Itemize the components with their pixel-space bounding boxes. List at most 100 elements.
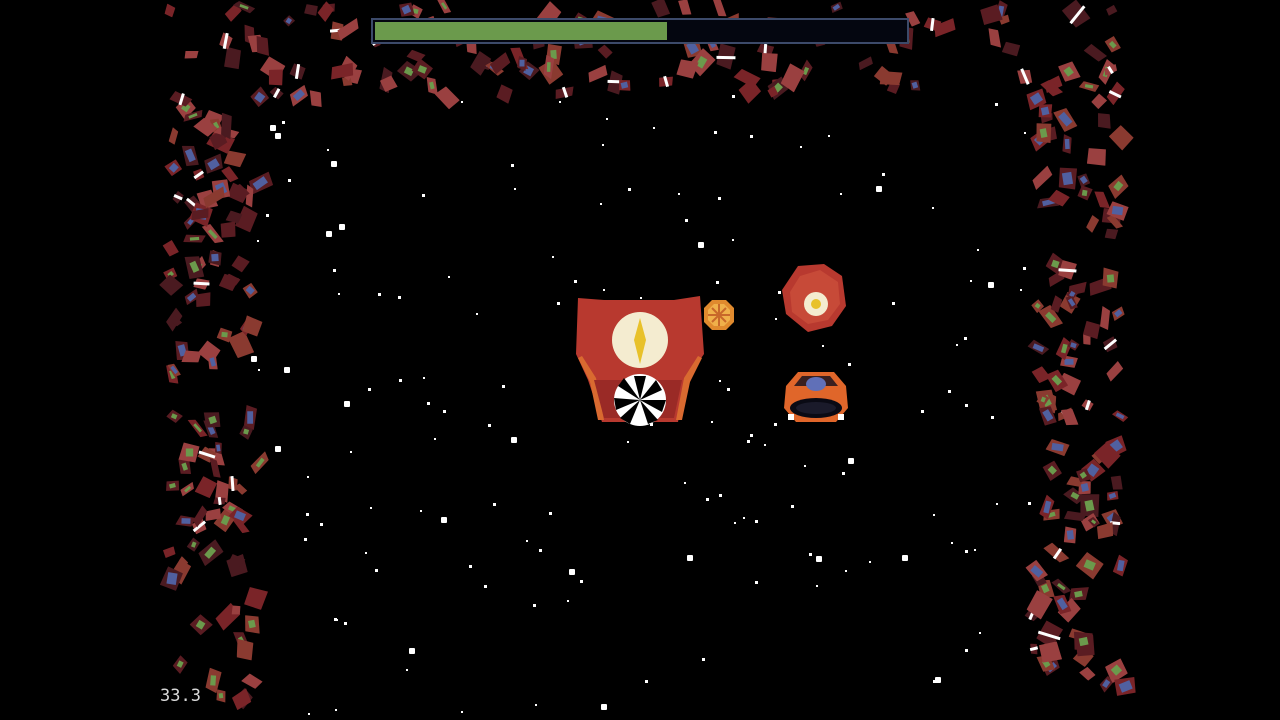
debris-chunk: [178, 442, 200, 463]
debris-chunk: [496, 84, 513, 104]
boss-mothership-icon: [576, 296, 704, 426]
timer-readout: 33.3: [160, 686, 201, 706]
debris-chunk: [220, 112, 232, 139]
debris-chunk: [231, 255, 250, 273]
debris-chunk: [208, 250, 222, 266]
debris-chunk: [780, 63, 805, 93]
debris-chunk: [162, 239, 179, 257]
debris-chunk: [1112, 306, 1126, 322]
debris-chunk: [1058, 260, 1077, 280]
debris-chunk: [249, 86, 269, 108]
debris-chunk: [215, 442, 223, 455]
debris-chunk: [711, 0, 727, 16]
debris-chunk: [160, 565, 184, 591]
debris-chunk: [658, 76, 673, 88]
debris-chunk: [1017, 68, 1033, 86]
debris-chunk: [1106, 360, 1123, 382]
debris-chunk: [543, 55, 555, 80]
player-ship-icon[interactable]: [780, 364, 852, 426]
debris-chunk: [1061, 0, 1091, 28]
debris-chunk: [242, 315, 263, 337]
debris-chunk: [1106, 201, 1130, 222]
debris-chunk: [183, 234, 207, 243]
debris-chunk: [1086, 148, 1106, 166]
debris-chunk: [988, 27, 1002, 48]
projectile-orb-icon: [704, 300, 734, 330]
debris-chunk: [1073, 631, 1093, 651]
debris-chunk: [1112, 554, 1129, 577]
debris-chunk: [1104, 229, 1118, 240]
debris-chunk: [1050, 295, 1062, 314]
debris-chunk: [184, 51, 199, 59]
debris-chunk: [1078, 81, 1100, 93]
debris-chunk: [1042, 543, 1069, 564]
debris-chunk: [216, 689, 226, 703]
debris-chunk: [676, 59, 700, 79]
debris-chunk: [1091, 93, 1108, 110]
debris-chunk: [175, 515, 196, 527]
debris-chunk: [1064, 510, 1088, 522]
debris-chunk: [1077, 185, 1093, 201]
debris-chunk: [168, 126, 179, 145]
debris-chunk: [245, 614, 260, 634]
debris-chunk: [164, 3, 176, 18]
debris-chunk: [231, 605, 241, 615]
debris-chunk: [1061, 408, 1079, 425]
debris-chunk: [169, 91, 193, 107]
debris-chunk: [1099, 306, 1110, 331]
debris-chunk: [760, 52, 778, 72]
debris-chunk: [1097, 113, 1111, 130]
debris-chunk: [597, 45, 613, 60]
debris-chunk: [406, 49, 426, 62]
debris-chunk: [236, 639, 254, 661]
debris-chunk: [1027, 339, 1050, 355]
debris-chunk: [219, 273, 240, 291]
debris-chunk: [859, 56, 874, 71]
debris-chunk: [619, 79, 631, 91]
debris-chunk: [242, 283, 258, 299]
debris-chunk: [1045, 438, 1070, 457]
debris-chunk: [1110, 475, 1123, 490]
debris-chunk: [1082, 321, 1100, 340]
debris-chunk: [337, 17, 359, 41]
debris-chunk: [1079, 667, 1096, 682]
debris-chunk: [1062, 133, 1072, 154]
debris-chunk: [910, 80, 921, 91]
debris-chunk: [1075, 551, 1104, 580]
debris-chunk: [831, 2, 844, 14]
debris-chunk: [193, 278, 210, 290]
debris-chunk: [227, 476, 238, 492]
debris-chunk: [309, 90, 322, 107]
debris-chunk: [159, 274, 184, 297]
debris-chunk: [268, 69, 283, 86]
debris-chunk: [1108, 174, 1129, 199]
debris-chunk: [516, 55, 527, 71]
debris-chunk: [555, 86, 574, 99]
debris-chunk: [269, 87, 284, 100]
debris-chunk: [923, 17, 942, 33]
debris-chunk: [189, 614, 213, 636]
debris-chunk: [173, 654, 189, 674]
debris-chunk: [1042, 461, 1062, 482]
game-viewport[interactable]: 33.3: [0, 0, 1280, 720]
debris-chunk: [678, 0, 692, 15]
debris-chunk: [1026, 589, 1053, 620]
debris-chunk: [1001, 41, 1020, 57]
debris-chunk: [1086, 215, 1100, 234]
debris-chunk: [162, 546, 176, 559]
debris-chunk: [250, 451, 270, 475]
debris-chunk: [224, 46, 241, 70]
debris-chunk: [231, 688, 251, 711]
debris-chunk: [1081, 399, 1094, 411]
debris-chunk: [1067, 338, 1080, 351]
debris-chunk: [588, 64, 608, 83]
health-bar-fill: [375, 22, 667, 40]
debris-chunk: [166, 409, 183, 423]
debris-chunk: [289, 84, 308, 107]
enemy-drone-icon: [782, 264, 846, 332]
debris-chunk: [216, 327, 233, 343]
debris-chunk: [282, 14, 295, 27]
debris-chunk: [437, 0, 452, 14]
debris-chunk: [244, 405, 258, 431]
debris-chunk: [181, 350, 202, 363]
